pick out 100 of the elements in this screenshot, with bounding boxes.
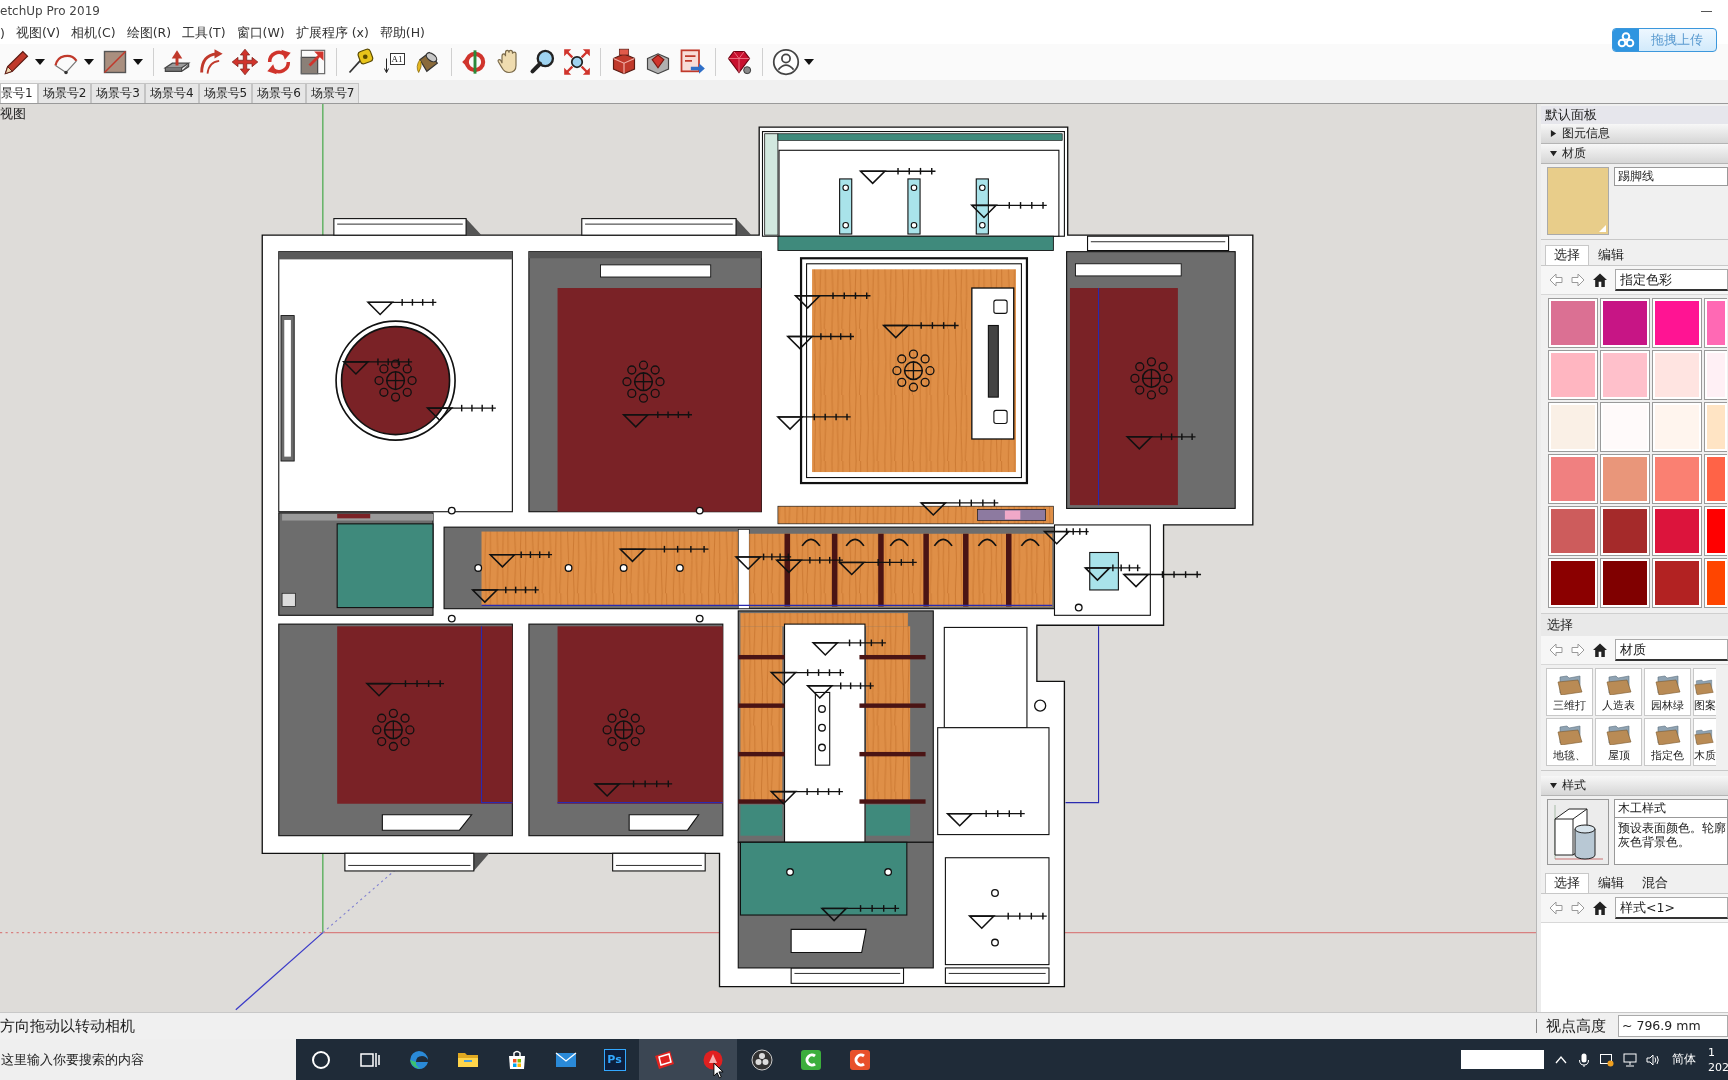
back-arrow-icon[interactable] — [1549, 901, 1563, 915]
section-header[interactable]: 样式 — [1541, 776, 1728, 796]
box-stack-icon[interactable] — [610, 48, 638, 76]
minimize-icon[interactable] — [1701, 10, 1712, 12]
folder-tile[interactable]: 图案 — [1693, 668, 1716, 716]
magnifier-icon[interactable] — [529, 48, 557, 76]
color-swatch-icon[interactable] — [1548, 350, 1598, 400]
scene-tab[interactable]: 场景号5 — [198, 83, 253, 103]
color-swatch-icon[interactable] — [1652, 558, 1702, 608]
library-dropdown[interactable]: 材质 — [1615, 639, 1728, 661]
color-swatch-icon[interactable] — [1600, 506, 1650, 556]
folder-tile[interactable]: 指定色 — [1644, 718, 1691, 766]
tape-measure-icon[interactable] — [346, 48, 374, 76]
curved-arrow-icon[interactable] — [197, 48, 225, 76]
pencil-icon[interactable] — [3, 48, 31, 76]
color-swatch-icon[interactable] — [1704, 298, 1727, 348]
input-method-label[interactable]: 简体 — [1672, 1051, 1696, 1068]
zoom-extents-icon[interactable] — [563, 48, 591, 76]
rotate-icon[interactable] — [265, 48, 293, 76]
forward-arrow-icon[interactable] — [1571, 273, 1585, 287]
screen-badge-icon[interactable] — [1600, 1052, 1614, 1067]
panel-tab[interactable]: 选择 — [1545, 245, 1589, 265]
color-swatch-icon[interactable] — [1704, 558, 1727, 608]
menu-item[interactable]: 扩展程序 (x) — [295, 24, 369, 42]
taskbar-button[interactable]: Ps — [590, 1039, 639, 1080]
color-swatch-icon[interactable] — [1600, 298, 1650, 348]
color-swatch-icon[interactable] — [1652, 454, 1702, 504]
taskbar-button[interactable] — [688, 1039, 737, 1080]
color-swatch-icon[interactable] — [1704, 506, 1727, 556]
forward-arrow-icon[interactable] — [1571, 901, 1585, 915]
color-swatch-icon[interactable] — [1600, 350, 1650, 400]
color-swatch-icon[interactable] — [1652, 350, 1702, 400]
panel-tab[interactable]: 编辑 — [1589, 873, 1633, 893]
gem-icon[interactable] — [725, 48, 753, 76]
forward-arrow-icon[interactable] — [1571, 643, 1585, 657]
color-swatch-icon[interactable] — [1600, 558, 1650, 608]
color-swatch-icon[interactable] — [1548, 558, 1598, 608]
caret-icon[interactable] — [133, 59, 143, 65]
volume-icon[interactable] — [1646, 1052, 1660, 1067]
home-icon[interactable] — [1593, 643, 1607, 657]
menu-item[interactable]: 工具(T) — [182, 24, 226, 42]
folder-tile[interactable]: 园林绿 — [1644, 668, 1691, 716]
scene-tab[interactable]: 场景号6 — [252, 83, 306, 103]
scene-tab[interactable]: 场景号7 — [305, 83, 360, 103]
folder-tile[interactable]: 地毯、 — [1546, 718, 1593, 766]
move-arrows-icon[interactable] — [231, 48, 259, 76]
color-swatch-icon[interactable] — [1652, 402, 1702, 452]
panel-title: 默认面板 — [1541, 106, 1728, 124]
color-swatch-icon[interactable] — [1548, 454, 1598, 504]
user-icon[interactable] — [772, 48, 800, 76]
text-tool-button[interactable]: A1 — [380, 48, 408, 76]
material-name-field[interactable]: 踢脚线 — [1614, 167, 1728, 186]
style-name-field[interactable]: 木工样式 — [1614, 799, 1728, 818]
microphone-icon[interactable] — [1577, 1052, 1591, 1067]
menu-item[interactable]: ) — [0, 25, 5, 41]
panel-tab[interactable]: 编辑 — [1589, 245, 1633, 265]
scale-icon[interactable] — [299, 48, 327, 76]
color-swatch-icon[interactable] — [1652, 298, 1702, 348]
panel-tab[interactable]: 选择 — [1545, 873, 1589, 893]
measurement-field[interactable]: ~ 796.9 mm — [1618, 1015, 1728, 1037]
folder-tile[interactable]: 人造表 — [1595, 668, 1642, 716]
caret-icon[interactable] — [804, 59, 814, 65]
library-dropdown[interactable]: 样式<1> — [1615, 897, 1728, 919]
color-swatch-icon[interactable] — [1548, 298, 1598, 348]
network-icon[interactable] — [1623, 1052, 1637, 1067]
menu-item[interactable]: 视图(V) — [15, 24, 61, 42]
taskbar-button[interactable] — [639, 1039, 688, 1080]
back-arrow-icon[interactable] — [1549, 643, 1563, 657]
back-arrow-icon[interactable] — [1549, 273, 1563, 287]
scene-tab[interactable]: 场景号3 — [91, 83, 145, 103]
color-swatch-icon[interactable] — [1704, 454, 1727, 504]
caret-icon[interactable] — [35, 59, 45, 65]
section-header[interactable]: 图元信息 — [1541, 124, 1728, 144]
color-swatch-icon[interactable] — [1600, 454, 1650, 504]
search-field[interactable]: 这里输入你要搜索的内容 — [0, 1039, 296, 1080]
folder-tile[interactable]: 三维打 — [1546, 668, 1593, 716]
color-swatch-icon[interactable] — [1704, 350, 1727, 400]
scene-tab[interactable]: 景号1 — [0, 83, 38, 103]
menu-item[interactable]: 绘图(R) — [126, 24, 172, 42]
menu-item[interactable]: 相机(C) — [71, 24, 116, 42]
color-swatch-icon[interactable] — [1548, 402, 1598, 452]
library-dropdown[interactable]: 指定色彩 — [1615, 269, 1728, 291]
section-header[interactable]: 材质 — [1541, 144, 1728, 164]
home-icon[interactable] — [1593, 901, 1607, 915]
panel-tab[interactable]: 混合 — [1633, 873, 1677, 893]
rectangle-icon[interactable] — [101, 48, 129, 76]
home-icon[interactable] — [1593, 273, 1607, 287]
color-swatch-icon[interactable] — [1652, 506, 1702, 556]
color-swatch-icon[interactable] — [1704, 402, 1727, 452]
scene-tab[interactable]: 场景号4 — [144, 83, 199, 103]
scene-tab[interactable]: 场景号2 — [37, 83, 92, 103]
menu-item[interactable]: 窗口(W) — [236, 24, 285, 42]
color-swatch-icon[interactable] — [1600, 402, 1650, 452]
folder-tile[interactable]: 屋顶 — [1595, 718, 1642, 766]
caret-icon[interactable] — [84, 59, 94, 65]
upload-document-icon[interactable] — [678, 48, 706, 76]
color-swatch-icon[interactable] — [1548, 506, 1598, 556]
menu-item[interactable]: 帮助(H) — [379, 24, 425, 42]
input-field[interactable] — [1461, 1050, 1544, 1069]
folder-tile[interactable]: 木质 — [1693, 718, 1716, 766]
